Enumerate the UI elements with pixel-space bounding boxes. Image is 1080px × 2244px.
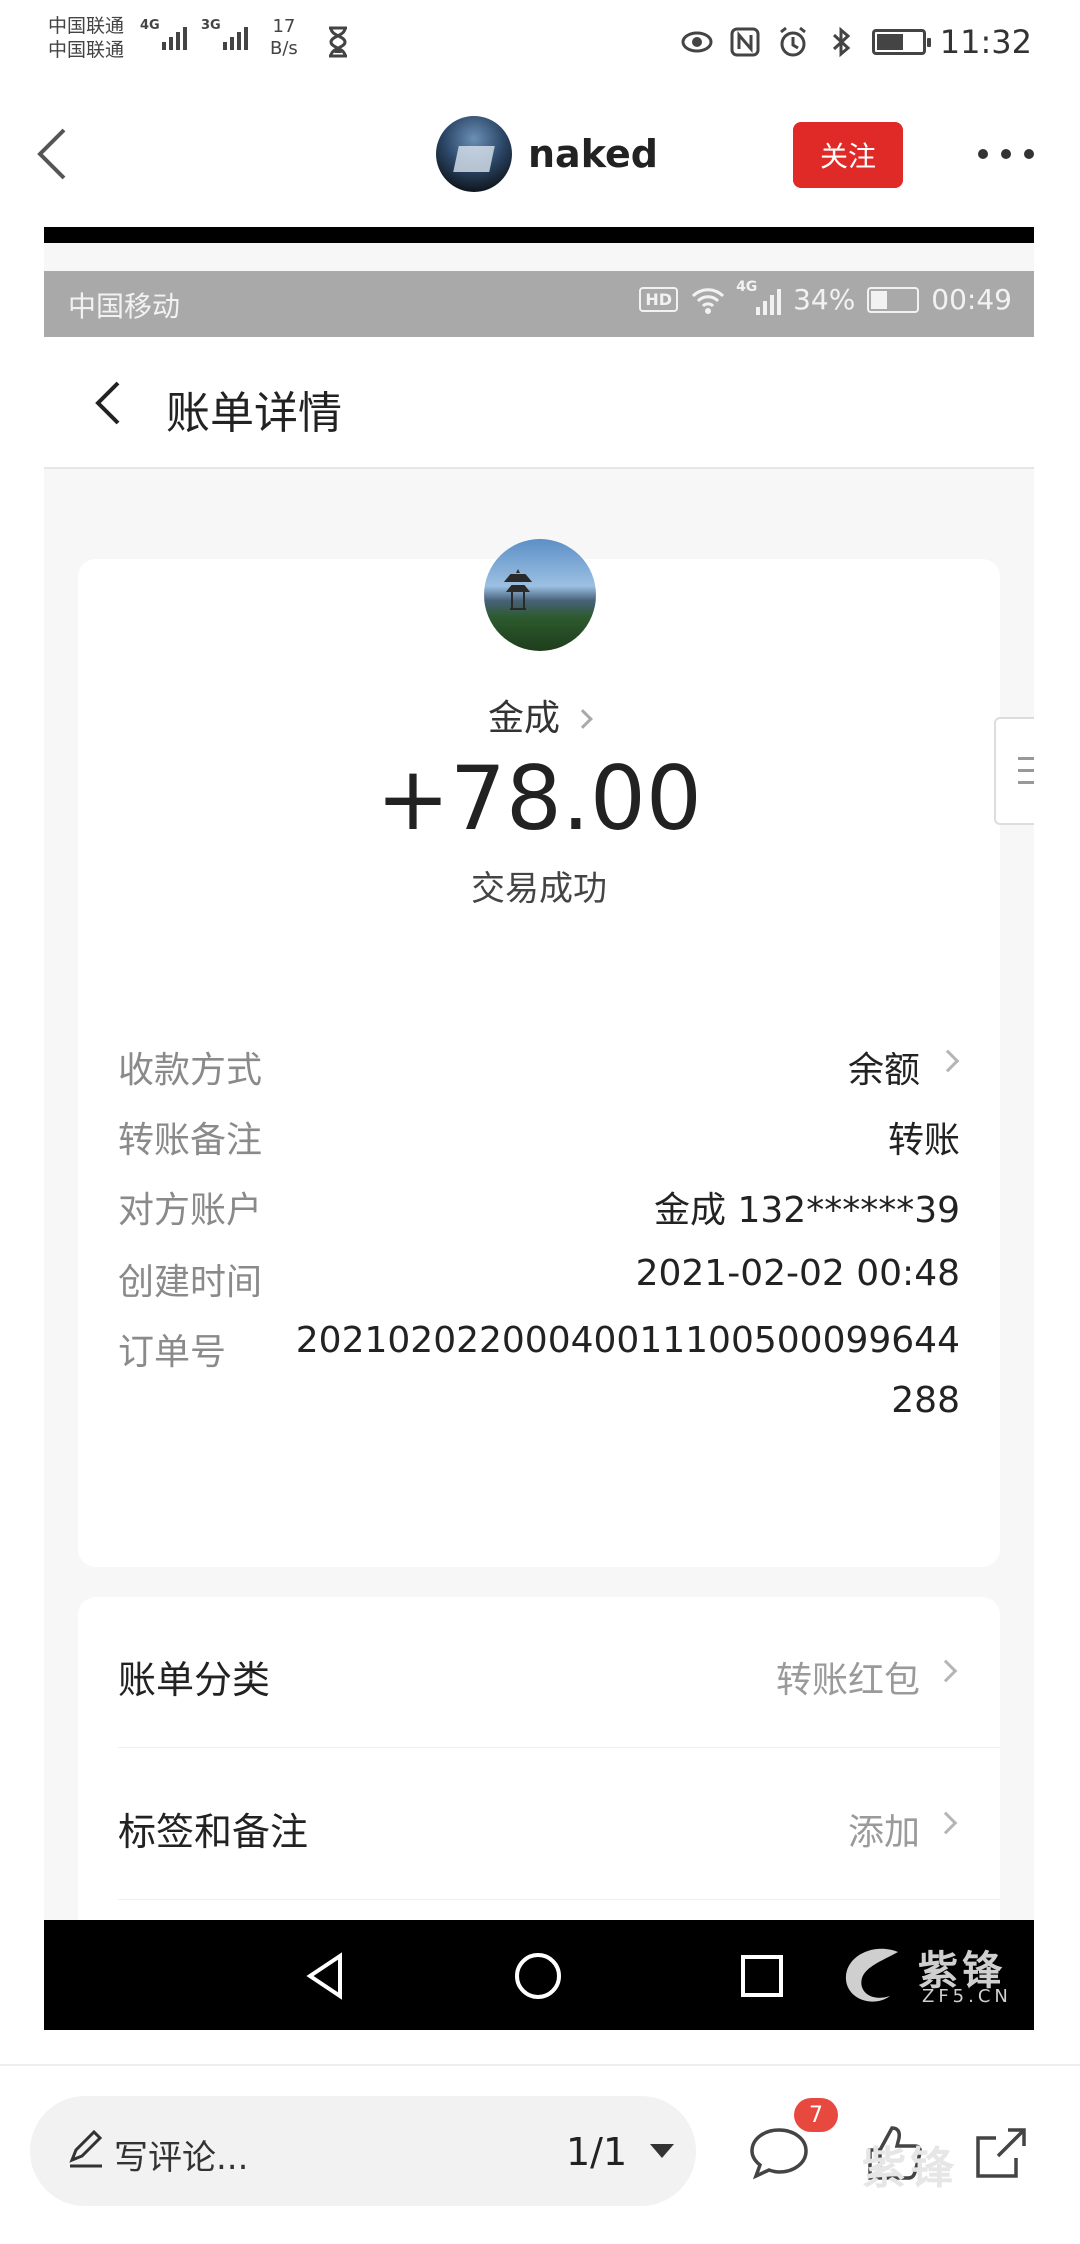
inner-carrier: 中国移动 bbox=[68, 290, 181, 323]
transfer-note-value: 转账 bbox=[887, 1120, 960, 1161]
tags-notes-value: 添加 bbox=[847, 1812, 920, 1853]
watermark-text: 紫锋 bbox=[862, 2143, 958, 2194]
page-indicator[interactable]: 1/1 bbox=[566, 2130, 627, 2174]
nav-home-icon[interactable] bbox=[510, 1948, 566, 2004]
inner-battery-percent: 34% bbox=[793, 283, 856, 316]
signal-1-icon: 4G bbox=[140, 18, 187, 50]
created-time-label: 创建时间 bbox=[118, 1262, 263, 1303]
chevron-right-icon bbox=[934, 1811, 958, 1835]
order-number-value: 20210202200040011100500099644288 bbox=[295, 1320, 960, 1421]
caret-down-icon[interactable] bbox=[650, 2144, 674, 2158]
status-right-group: 11:32 bbox=[680, 20, 1032, 64]
payer-avatar[interactable] bbox=[484, 539, 596, 651]
inner-clock: 00:49 bbox=[931, 283, 1012, 316]
comment-count-badge: 7 bbox=[794, 2098, 838, 2132]
divider bbox=[118, 1747, 1000, 1748]
tags-notes-row[interactable]: 标签和备注 添加 bbox=[78, 1749, 1000, 1899]
inner-back-arrow-icon[interactable] bbox=[86, 373, 126, 433]
eye-icon bbox=[681, 31, 713, 53]
network-speed: 17 B/s bbox=[270, 16, 298, 59]
nav-back-icon[interactable] bbox=[298, 1948, 354, 2004]
os-status-bar: 中国联通 中国联通 4G 3G 17 B/s 11:32 bbox=[0, 0, 1080, 90]
signal-indicators: 4G 3G bbox=[140, 18, 248, 50]
bill-category-value: 转账红包 bbox=[775, 1660, 920, 1701]
share-icon[interactable] bbox=[968, 2120, 1034, 2186]
back-arrow-icon[interactable] bbox=[28, 124, 78, 184]
hourglass-icon bbox=[329, 26, 347, 58]
swirl-logo-icon bbox=[845, 1948, 898, 2002]
more-options-icon[interactable] bbox=[978, 136, 1034, 172]
battery-icon bbox=[871, 29, 931, 55]
payment-method-value[interactable]: 余额 bbox=[848, 1041, 960, 1093]
payment-method-label: 收款方式 bbox=[118, 1050, 263, 1091]
alarm-icon bbox=[779, 26, 806, 57]
inner-battery-icon bbox=[867, 286, 920, 313]
counterparty-value: 金成 132******39 bbox=[654, 1190, 960, 1231]
inner-status-bar: 中国移动 HD 4G 34% 00:49 bbox=[44, 271, 1034, 337]
inner-status-right: HD 4G 34% 00:49 bbox=[639, 279, 1012, 316]
android-nav-bar: 紫锋 ZF5.CN bbox=[44, 1920, 1034, 2030]
bill-detail-card: 金成 +78.00 交易成功 收款方式 余额 转账备注 转账 对方账户 金成 1… bbox=[78, 539, 1000, 1567]
transaction-amount: +78.00 bbox=[376, 747, 702, 850]
author-info[interactable]: naked bbox=[436, 116, 658, 192]
bill-category-row[interactable]: 账单分类 转账红包 bbox=[78, 1597, 1000, 1747]
embedded-screenshot: 中国移动 HD 4G 34% 00:49 账单详情 金成 +78.00 交易成功… bbox=[44, 227, 1034, 2030]
carrier-1: 中国联通 bbox=[48, 15, 125, 37]
pagoda-icon bbox=[503, 569, 533, 610]
bill-category-label: 账单分类 bbox=[118, 1658, 271, 1702]
follow-button[interactable]: 关注 bbox=[793, 122, 903, 188]
watermark-logo: 紫锋 ZF5.CN bbox=[838, 1938, 1018, 2014]
comment-placeholder: 写评论... bbox=[114, 2138, 249, 2178]
payer-name-link[interactable]: 金成 bbox=[78, 689, 1000, 741]
order-number-label: 订单号 bbox=[118, 1332, 227, 1373]
bluetooth-icon bbox=[832, 26, 851, 58]
transfer-note-label: 转账备注 bbox=[118, 1120, 263, 1161]
carrier-2: 中国联通 bbox=[48, 39, 125, 61]
author-avatar[interactable] bbox=[436, 116, 512, 192]
screenshot-top-border bbox=[44, 227, 1034, 243]
tags-notes-label: 标签和备注 bbox=[118, 1810, 309, 1854]
chevron-right-icon bbox=[936, 1049, 960, 1073]
nfc-icon bbox=[730, 27, 760, 57]
pen-icon bbox=[69, 2129, 103, 2168]
author-name[interactable]: naked bbox=[528, 132, 658, 176]
created-time-value: 2021-02-02 00:48 bbox=[635, 1253, 960, 1294]
hd-badge: HD bbox=[639, 287, 679, 312]
counterparty-label: 对方账户 bbox=[118, 1190, 263, 1231]
inner-nav-bar: 账单详情 bbox=[44, 337, 1034, 469]
inner-signal-icon: 4G bbox=[736, 279, 782, 315]
carrier-labels: 中国联通 中国联通 bbox=[48, 14, 124, 62]
scroll-handle[interactable] bbox=[994, 717, 1034, 825]
divider bbox=[0, 2064, 1080, 2066]
divider bbox=[118, 1899, 1000, 1900]
wifi-icon bbox=[691, 287, 725, 314]
transaction-status: 交易成功 bbox=[471, 869, 607, 909]
comment-input[interactable]: 写评论... 1/1 bbox=[30, 2096, 696, 2206]
clock: 11:32 bbox=[939, 23, 1032, 61]
post-header: naked 关注 bbox=[0, 100, 1080, 210]
chevron-right-icon bbox=[573, 709, 593, 729]
signal-2-icon: 3G bbox=[201, 18, 248, 50]
chevron-right-icon bbox=[934, 1659, 958, 1683]
page-title: 账单详情 bbox=[166, 388, 342, 439]
nav-recents-icon[interactable] bbox=[734, 1948, 790, 2004]
